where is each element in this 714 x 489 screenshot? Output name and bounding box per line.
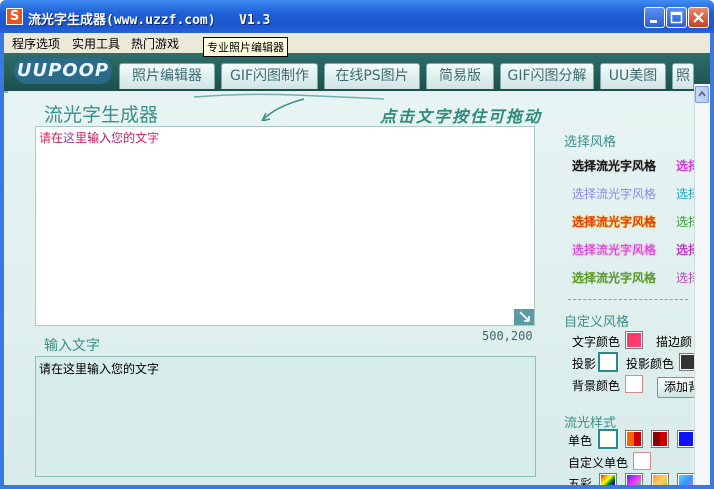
preview-char: 字 (147, 131, 160, 145)
menu-games[interactable]: 热门游戏 (131, 35, 179, 52)
single-color-option-blue[interactable] (677, 430, 695, 448)
menu-tools[interactable]: 实用工具 (72, 35, 120, 52)
preview-char: 文 (135, 131, 148, 145)
tab-gif-split[interactable]: GIF闪图分解 (500, 63, 594, 89)
style-section-title: 选择风格 (564, 135, 617, 150)
tab-online-ps[interactable]: 在线PS图片 (324, 63, 420, 89)
preview-char: 里 (75, 131, 88, 145)
single-color-label: 单色 (568, 434, 593, 448)
style-option-3[interactable]: 选择流光字风格 (572, 213, 656, 230)
menu-bar: 程序选项 实用工具 热门游戏 (4, 33, 710, 53)
resize-handle[interactable] (514, 309, 534, 325)
single-color-option-red[interactable] (651, 430, 669, 448)
single-color-option-white[interactable] (598, 429, 618, 449)
style-option-5[interactable]: 选择流光字风格 (572, 269, 656, 286)
shadow-checkbox[interactable] (598, 352, 618, 372)
style-option-1[interactable]: 选择流光字风格 (572, 157, 656, 174)
vertical-scrollbar[interactable] (694, 84, 710, 485)
single-color-option-orange[interactable] (625, 430, 643, 448)
input-label: 输入文字 (44, 338, 100, 354)
preview-char: 这 (63, 131, 76, 145)
scroll-up-icon (698, 90, 706, 97)
preview-char: 的 (123, 131, 136, 145)
stroke-color-label: 描边颜 (656, 335, 693, 349)
shadow-color-label: 投影颜色 (626, 357, 675, 371)
drag-hint: 点击文字按住可拖动 (380, 107, 543, 126)
minimize-button[interactable] (644, 7, 665, 28)
text-color-swatch[interactable] (625, 331, 643, 349)
tab-uu-meitu[interactable]: UU美图 (600, 63, 666, 89)
resize-arrow-icon (519, 311, 530, 322)
tab-simple[interactable]: 简易版 (426, 63, 494, 89)
custom-single-label: 自定义单色 (568, 456, 629, 470)
preview-char: 入 (99, 131, 112, 145)
multi-color-option-2[interactable] (625, 473, 643, 485)
maximize-button[interactable] (666, 7, 687, 28)
multi-color-option-4[interactable] (677, 473, 695, 485)
bg-color-label: 背景颜色 (572, 379, 621, 393)
scrollbar-thumb[interactable] (695, 86, 709, 103)
tab-photo-editor[interactable]: 照片编辑器 (119, 63, 215, 89)
tab-gif-maker[interactable]: GIF闪图制作 (221, 63, 318, 89)
title-bar[interactable]: S 流光字生成器(www.uzzf.com) V1.3 (0, 0, 714, 33)
bg-color-swatch[interactable] (625, 375, 643, 393)
minimize-icon (650, 20, 657, 23)
tab-strip: UUPOOP 照片编辑器 GIF闪图制作 在线PS图片 简易版 GIF闪图分解 … (4, 53, 710, 91)
main-area: UUPOOP 照片编辑器 GIF闪图制作 在线PS图片 简易版 GIF闪图分解 … (4, 53, 710, 485)
multi-color-option-1[interactable] (599, 473, 617, 485)
preview-text-content: 请在这里输入您的文字 (39, 131, 159, 145)
multi-color-option-3[interactable] (651, 473, 669, 485)
flow-section-title: 流光样式 (564, 416, 617, 431)
preview-char: 输 (87, 131, 100, 145)
maximize-icon (670, 11, 683, 24)
preview-text[interactable]: 请在这里输入您的文字 (39, 129, 159, 146)
close-button[interactable] (688, 7, 709, 28)
preview-canvas[interactable]: 请在这里输入您的文字 (35, 126, 535, 326)
menu-program-options[interactable]: 程序选项 (12, 35, 60, 52)
preview-char: 您 (111, 131, 124, 145)
text-input[interactable]: 请在这里输入您的文字 (35, 356, 536, 477)
tab-tooltip: 专业照片编辑器 (203, 37, 288, 57)
custom-single-swatch[interactable] (633, 452, 651, 470)
custom-section-title: 自定义风格 (564, 315, 630, 330)
shadow-label: 投影 (572, 357, 597, 371)
canvas-size-readout: 500,200 (482, 329, 533, 343)
preview-char: 请 (39, 131, 52, 145)
multi-color-label: 五彩 (568, 477, 593, 485)
close-icon (693, 12, 704, 23)
generator-title: 流光字生成器 (44, 104, 159, 126)
right-panel: 选择风格 选择流光字风格 选择 选择流光字风格 选择 选择流光字风格 选择 选择… (556, 121, 707, 485)
style-option-4[interactable]: 选择流光字风格 (572, 241, 656, 258)
tab-photo-more[interactable]: 照 (672, 63, 694, 89)
uupoop-logo: UUPOOP (14, 58, 112, 84)
window-title: 流光字生成器(www.uzzf.com) V1.3 (28, 13, 271, 28)
style-option-2[interactable]: 选择流光字风格 (572, 185, 656, 202)
app-window: S 流光字生成器(www.uzzf.com) V1.3 程序选项 实用工具 热门… (0, 0, 714, 489)
app-icon: S (6, 8, 23, 25)
preview-char: 在 (51, 131, 64, 145)
section-divider (568, 299, 688, 300)
text-color-label: 文字颜色 (572, 335, 621, 349)
